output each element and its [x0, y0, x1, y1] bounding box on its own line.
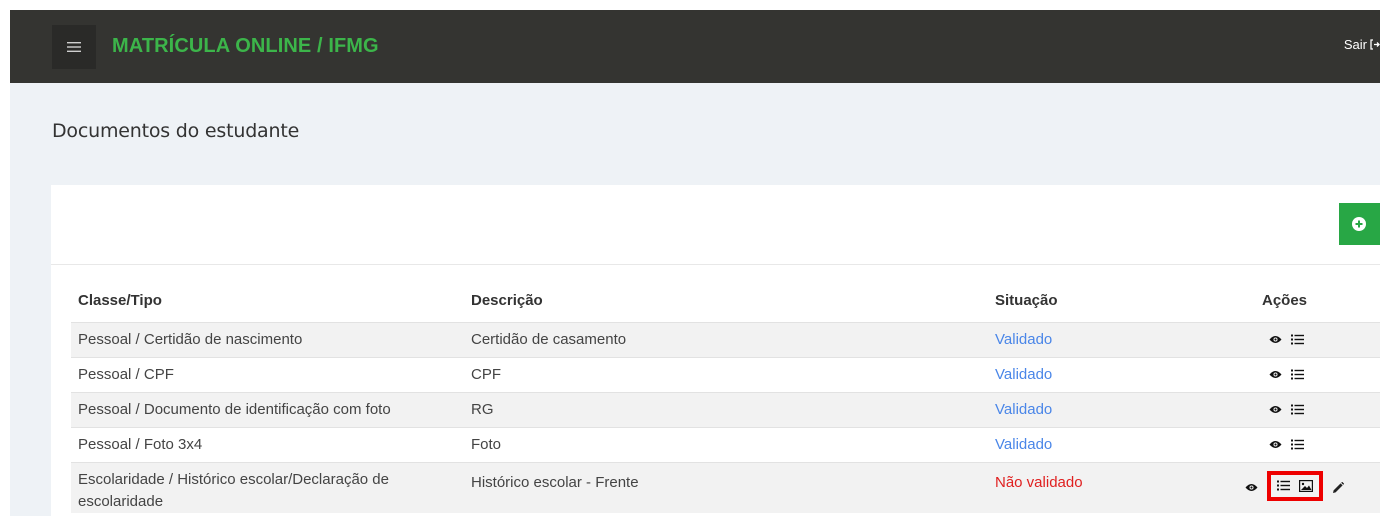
add-document-button[interactable] — [1339, 203, 1380, 245]
column-header-acoes: Ações — [1262, 292, 1308, 310]
pencil-icon[interactable] — [1332, 481, 1344, 494]
logout-label: Sair — [1343, 37, 1367, 52]
table-row: Pessoal / CPF CPF Validado — [71, 356, 1380, 392]
eye-icon[interactable] — [1269, 335, 1282, 344]
cell-descricao: CPF — [464, 356, 988, 392]
cell-descricao: Histórico escolar - Frente — [464, 461, 988, 513]
cell-acoes — [1255, 391, 1380, 427]
logout-icon — [1370, 39, 1380, 50]
image-icon[interactable] — [1299, 479, 1313, 492]
cell-classe: Pessoal / Documento de identificação com… — [71, 391, 464, 427]
cell-situacao: Não validado — [988, 461, 1255, 513]
table-row: Escolaridade / Histórico escolar/Declara… — [71, 461, 1380, 513]
highlighted-actions — [1267, 470, 1323, 501]
cell-situacao: Validado — [988, 356, 1255, 392]
eye-icon[interactable] — [1269, 370, 1282, 379]
page-title: Documentos do estudante — [52, 120, 300, 142]
documents-table: Classe/Tipo Descrição Situação Ações Pes… — [71, 280, 1380, 513]
list-icon[interactable] — [1291, 404, 1304, 415]
cell-acoes — [1255, 356, 1380, 392]
eye-icon[interactable] — [1245, 483, 1258, 492]
logout-link[interactable]: Sair — [1344, 37, 1380, 52]
main-content: Documentos do estudante Classe/Tipo Desc… — [10, 83, 1380, 516]
menu-toggle-button[interactable] — [52, 24, 96, 69]
cell-acoes — [1245, 461, 1380, 513]
cell-descricao: Certidão de casamento — [464, 321, 988, 357]
plus-circle-icon — [1352, 217, 1366, 231]
cell-descricao: RG — [464, 391, 988, 427]
cell-situacao: Validado — [988, 321, 1255, 357]
list-icon[interactable] — [1277, 480, 1290, 491]
table-header-row: Classe/Tipo Descrição Situação Ações — [71, 280, 1380, 322]
documents-card: Classe/Tipo Descrição Situação Ações Pes… — [51, 185, 1380, 516]
list-icon[interactable] — [1291, 369, 1304, 380]
cell-classe: Escolaridade / Histórico escolar/Declara… — [71, 461, 464, 513]
top-navbar: MATRÍCULA ONLINE / IFMG Sair — [10, 10, 1380, 83]
table-row: Pessoal / Documento de identificação com… — [71, 391, 1380, 427]
list-icon[interactable] — [1291, 439, 1304, 450]
eye-icon[interactable] — [1269, 405, 1282, 414]
column-header-descricao: Descrição — [471, 292, 543, 310]
column-header-classe: Classe/Tipo — [78, 292, 162, 310]
cell-situacao: Validado — [988, 391, 1255, 427]
cell-classe: Pessoal / Foto 3x4 — [71, 426, 464, 462]
column-header-situacao: Situação — [995, 292, 1058, 310]
cell-descricao: Foto — [464, 426, 988, 462]
eye-icon[interactable] — [1269, 440, 1282, 449]
list-icon[interactable] — [1291, 334, 1304, 345]
table-row: Pessoal / Foto 3x4 Foto Validado — [71, 426, 1380, 462]
app-title[interactable]: MATRÍCULA ONLINE / IFMG — [112, 35, 379, 58]
card-header — [51, 185, 1380, 265]
cell-acoes — [1255, 426, 1380, 462]
cell-classe: Pessoal / CPF — [71, 356, 464, 392]
cell-classe: Pessoal / Certidão de nascimento — [71, 321, 464, 357]
hamburger-icon — [67, 41, 81, 52]
cell-acoes — [1255, 321, 1380, 357]
cell-situacao: Validado — [988, 426, 1255, 462]
table-row: Pessoal / Certidão de nascimento Certidã… — [71, 321, 1380, 357]
